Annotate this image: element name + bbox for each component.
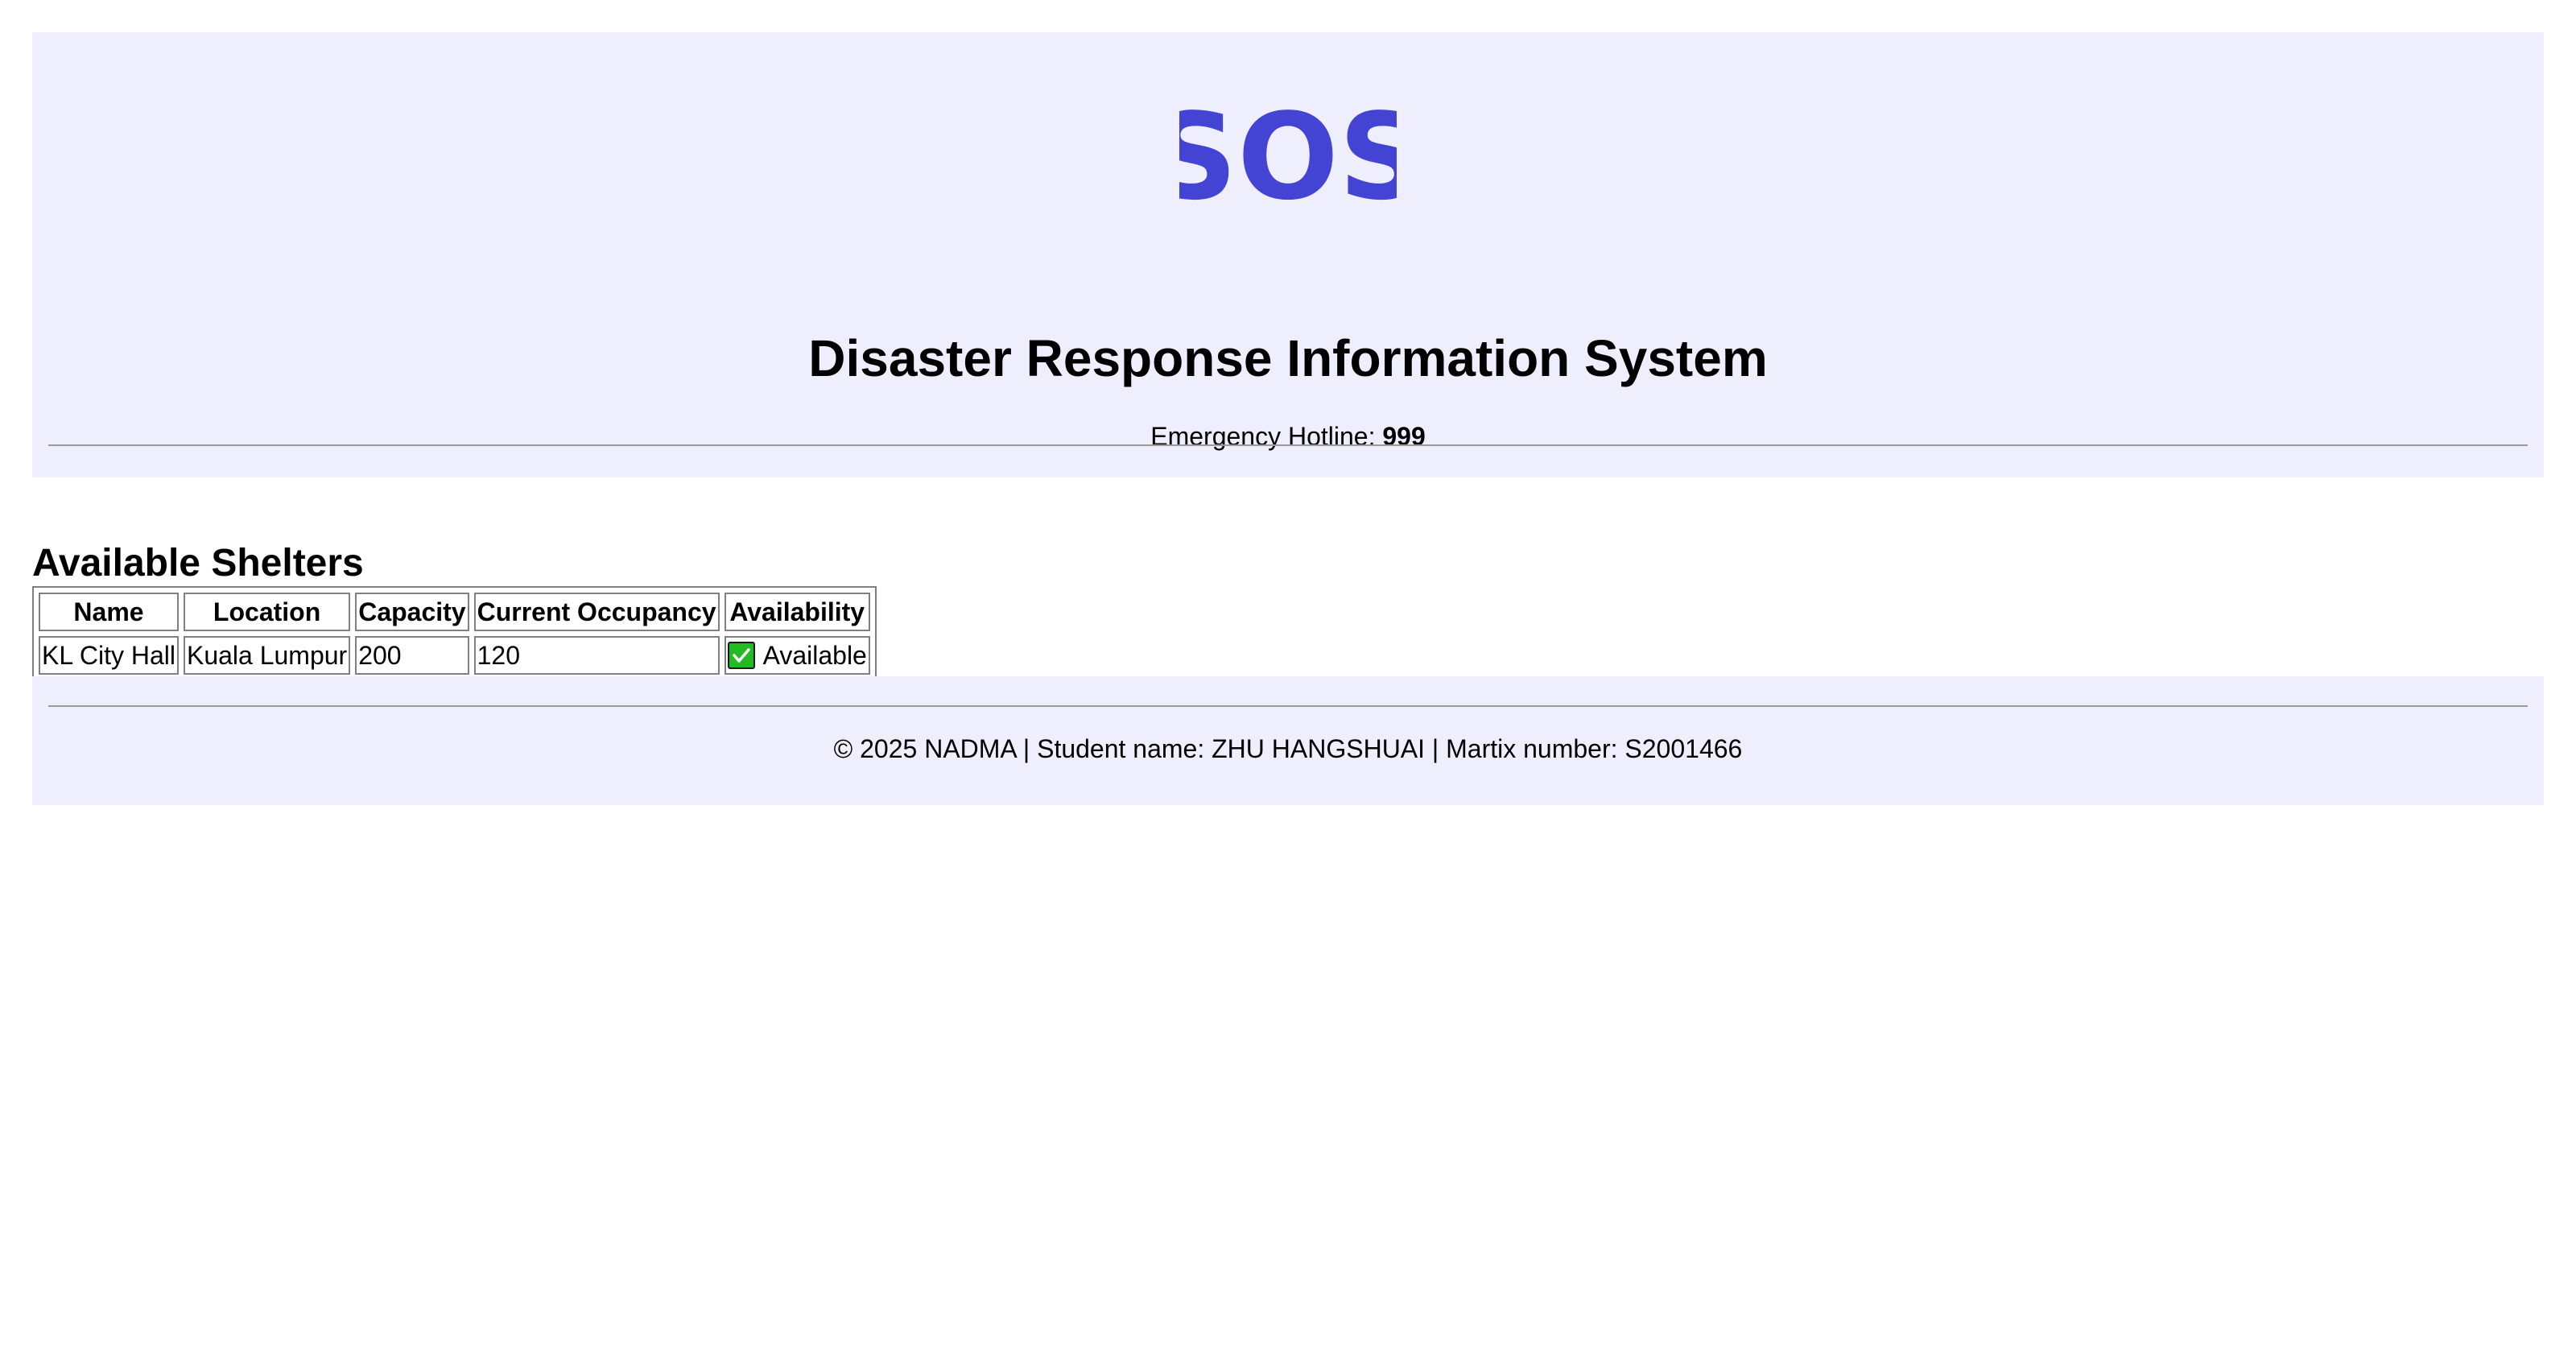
site-footer: © 2025 NADMA | Student name: ZHU HANGSHU… <box>32 676 2544 805</box>
hotline-number: 999 <box>1382 422 1426 451</box>
table-header-row: Name Location Capacity Current Occupancy… <box>39 593 870 631</box>
shelter-location-cell: Kuala Lumpur <box>183 636 351 675</box>
shelter-availability-cell: Available <box>724 636 870 675</box>
sos-logo-text: SOS <box>1179 103 1397 224</box>
site-header: SOS Disaster Response Information System… <box>32 32 2544 477</box>
table-row: KL City Hall Kuala Lumpur 200 120 Availa… <box>39 636 870 675</box>
header-divider <box>48 444 2528 446</box>
column-header-name: Name <box>39 593 179 631</box>
page: SOS Disaster Response Information System… <box>32 32 2544 805</box>
shelter-capacity-cell: 200 <box>355 636 469 675</box>
column-header-location: Location <box>183 593 351 631</box>
sos-logo: SOS <box>32 103 2544 224</box>
footer-copyright: © 2025 NADMA | Student name: ZHU HANGSHU… <box>833 734 1743 763</box>
shelters-table: Name Location Capacity Current Occupancy… <box>32 586 877 681</box>
emergency-hotline: Emergency Hotline: 999 <box>32 419 2544 454</box>
shelter-occupancy-cell: 120 <box>473 636 720 675</box>
column-header-capacity: Capacity <box>355 593 469 631</box>
availability-label: Available <box>762 641 867 670</box>
sos-logo-image: SOS <box>1179 103 1397 224</box>
page-title: Disaster Response Information System <box>808 329 1768 387</box>
column-header-availability: Availability <box>724 593 870 631</box>
column-header-occupancy: Current Occupancy <box>473 593 720 631</box>
shelter-name-cell: KL City Hall <box>39 636 179 675</box>
availability-status: Available <box>727 639 867 671</box>
hotline-label: Emergency Hotline: <box>1150 422 1383 451</box>
check-mark-icon <box>727 642 755 669</box>
footer-divider <box>48 705 2528 707</box>
